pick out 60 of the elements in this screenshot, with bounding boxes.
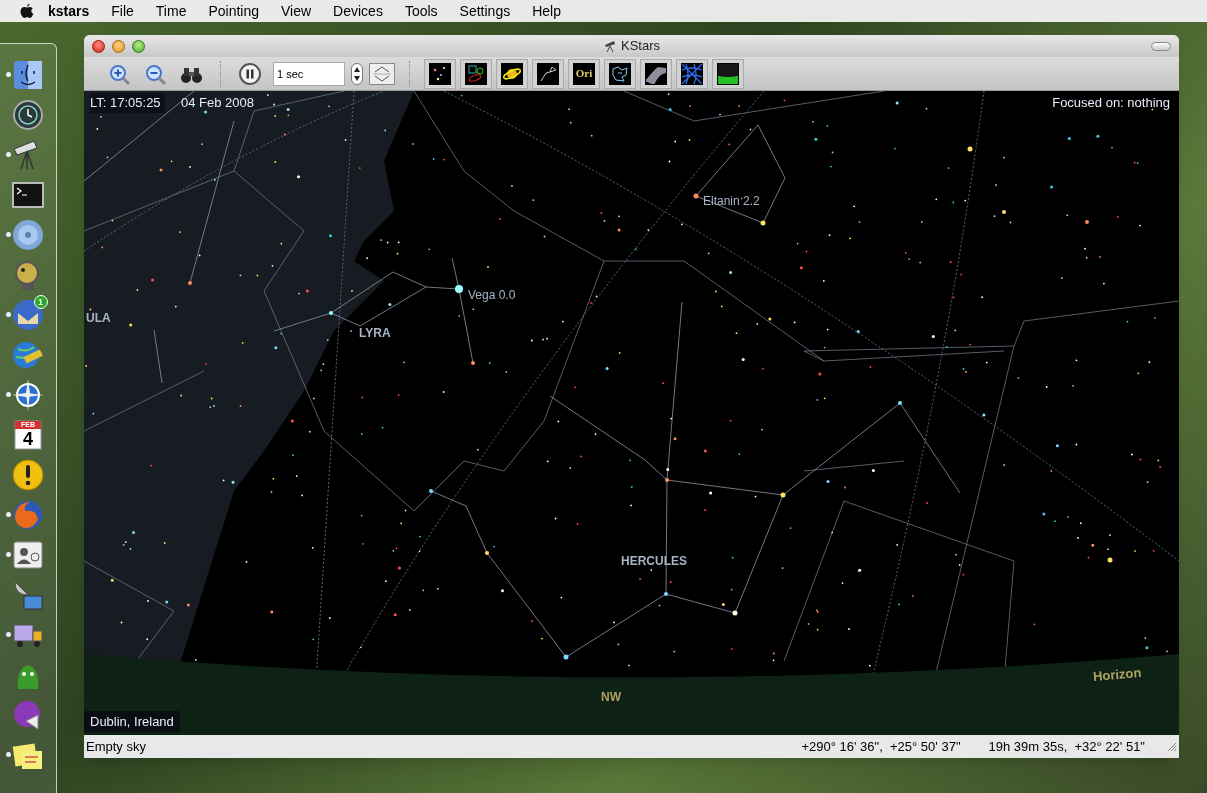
constellation-label: LYRA xyxy=(359,325,391,342)
contacts-app-icon[interactable] xyxy=(12,539,44,571)
deep-sky-icon xyxy=(466,63,486,84)
boundaries-toggle-button[interactable] xyxy=(604,58,636,89)
boundaries-icon xyxy=(610,63,630,84)
toolbar-toggle-button[interactable] xyxy=(1151,41,1171,51)
names-toggle-button[interactable]: Ori xyxy=(568,58,600,89)
app-menu[interactable]: kstars xyxy=(48,0,90,22)
date-label: 04 Feb 2008 xyxy=(181,94,254,112)
spin-button[interactable] xyxy=(351,62,363,85)
apple-icon[interactable] xyxy=(20,3,34,19)
zoom-in-icon xyxy=(108,62,130,85)
local-time-label: LT: 17:05:25 xyxy=(90,93,165,113)
milky-way-toggle-button[interactable] xyxy=(640,58,672,89)
horizon-label: Horizon xyxy=(1092,663,1143,687)
pause-icon xyxy=(239,62,261,85)
menu-item[interactable]: Pointing xyxy=(208,0,259,22)
star-label: Eltanin 2.2 xyxy=(703,193,760,210)
constellation-label: HERCULES xyxy=(621,553,687,570)
close-button[interactable] xyxy=(92,39,105,53)
horizontal-coordinates: +290° 16' 36", +25° 50' 37" xyxy=(801,737,961,756)
alert-app-icon[interactable] xyxy=(12,459,44,491)
menu-item[interactable]: Settings xyxy=(459,0,511,22)
globe-app-icon[interactable] xyxy=(12,339,44,371)
chevrons-icon xyxy=(371,64,393,83)
planets-toggle-button[interactable] xyxy=(496,58,528,89)
grid-icon xyxy=(682,63,702,84)
step-units-button[interactable] xyxy=(369,62,395,85)
menu-item[interactable]: Time xyxy=(155,0,187,22)
location-label: Dublin, Ireland xyxy=(84,710,180,732)
menu-item[interactable]: Help xyxy=(532,0,561,22)
menu-item[interactable]: File xyxy=(111,0,134,22)
menu-item[interactable]: View xyxy=(281,0,312,22)
resize-grip-icon[interactable] xyxy=(1167,741,1177,752)
compass-label: NW xyxy=(601,689,621,706)
ground-toggle-button[interactable] xyxy=(712,58,744,89)
telescope-icon xyxy=(603,39,617,53)
time-step-field[interactable]: 1 sec xyxy=(273,61,345,86)
lines-toggle-button[interactable] xyxy=(532,58,564,89)
status-message: Empty sky xyxy=(86,737,146,756)
grid-toggle-button[interactable] xyxy=(676,58,708,89)
dish-app-icon[interactable] xyxy=(12,579,44,611)
menu-item[interactable]: Tools xyxy=(404,0,438,22)
window-title: KStars xyxy=(621,37,660,56)
disc-app-icon[interactable] xyxy=(12,219,44,251)
equatorial-coordinates: 19h 39m 35s, +32° 22' 51" xyxy=(988,737,1145,756)
clock-app-icon[interactable] xyxy=(12,99,44,131)
zoom-button[interactable] xyxy=(132,39,145,53)
stars-toggle-button[interactable] xyxy=(424,58,456,89)
menu-item[interactable]: Devices xyxy=(333,0,383,22)
constellation-label: ULA xyxy=(86,310,111,327)
zoom-out-icon xyxy=(144,62,166,85)
focus-label: Focused on: nothing xyxy=(1052,94,1170,112)
terminal-app-icon[interactable] xyxy=(12,179,44,211)
ground-icon xyxy=(718,63,738,84)
deep-sky-toggle-button[interactable] xyxy=(460,58,492,89)
lines-icon xyxy=(538,63,558,84)
mail-app-icon[interactable] xyxy=(12,299,44,331)
star-label: Vega 0.0 xyxy=(468,287,516,304)
minimize-button[interactable] xyxy=(112,39,125,53)
